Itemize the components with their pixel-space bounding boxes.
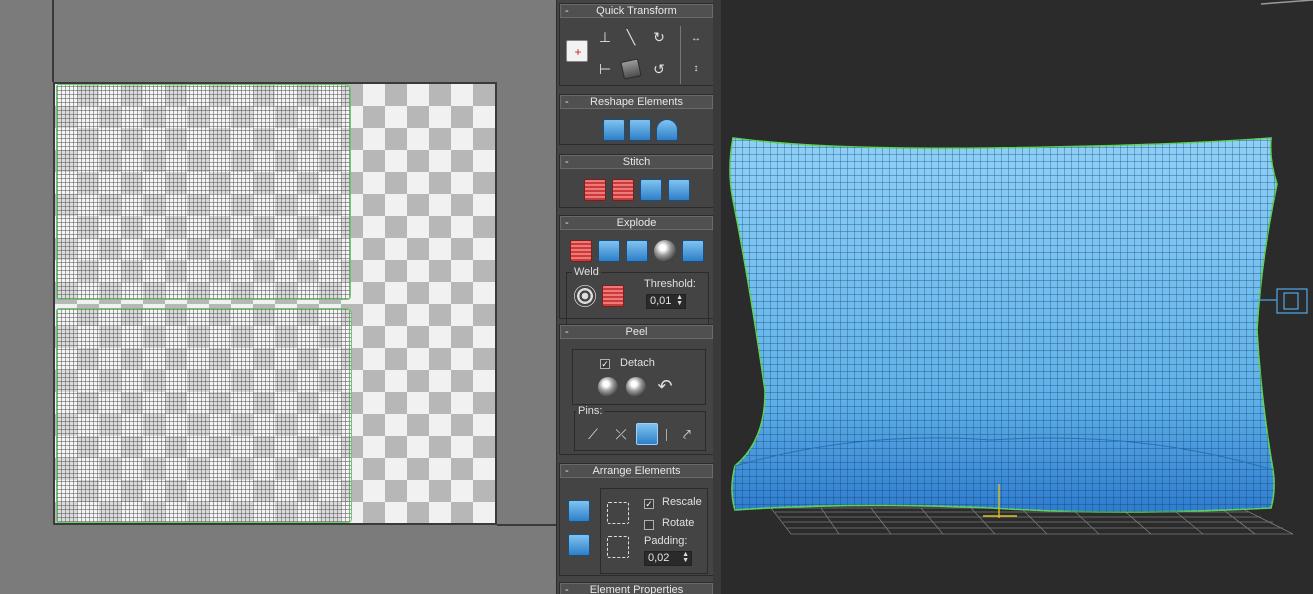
padding-value[interactable]: 0,02 <box>648 552 669 564</box>
viewport-scene <box>729 0 1313 535</box>
uv-guide-line-vertical <box>52 0 54 82</box>
rollout-arrange-elements: - Arrange Elements ✓ Rescale Rotate Padd… <box>559 463 714 576</box>
relax-button[interactable] <box>629 119 651 141</box>
uv-island-bottom[interactable] <box>56 308 352 523</box>
uv-island-top[interactable] <box>56 84 351 300</box>
stitch-settings-button[interactable] <box>668 179 690 201</box>
straighten-button[interactable] <box>620 58 642 80</box>
collapse-icon[interactable]: - <box>565 217 569 229</box>
stitch-to-source-button[interactable] <box>640 179 662 201</box>
detach-checkbox[interactable]: ✓ <box>600 359 610 369</box>
weld-label: Weld <box>572 266 601 278</box>
ground-grid <box>770 507 1294 535</box>
align-horizontal-icon[interactable]: ⊥ <box>594 26 616 48</box>
rollout-title: Stitch <box>622 156 651 168</box>
rollout-explode: - Explode Weld Threshold: 0,01 ▲ ▼ <box>559 215 714 327</box>
pack-normalize-button[interactable] <box>568 500 590 522</box>
threshold-spinner[interactable]: 0,01 ▲ ▼ <box>646 294 686 309</box>
rollout-peel: - Peel ✓ Detach ↶ Pins: ⟋ ⤫ ⤤ <box>559 324 714 455</box>
rollout-header-peel[interactable]: - Peel <box>560 325 713 339</box>
space-vertical-icon[interactable]: ↕ <box>685 58 707 80</box>
threshold-label: Threshold: <box>644 278 696 290</box>
panel-scrollbar[interactable] <box>713 0 721 594</box>
rollout-quick-transform: - Quick Transform + ⊥ ╲ ↻ ⊢ ↺ ↔ ↕ <box>559 3 714 86</box>
frame-corner <box>1260 0 1313 5</box>
rollout-stitch: - Stitch <box>559 154 714 208</box>
rollout-title: Explode <box>616 217 657 229</box>
pin-icon[interactable]: ⟋ <box>582 423 604 445</box>
auto-pin-button[interactable] <box>636 423 658 445</box>
rollout-title: Peel <box>625 326 648 338</box>
pins-label: Pins: <box>576 405 605 417</box>
rotate-ccw-icon[interactable]: ↺ <box>648 58 670 80</box>
unwrap-tool-panel: - Quick Transform + ⊥ ╲ ↻ ⊢ ↺ ↔ ↕ - Resh… <box>556 0 720 594</box>
pivot-icon: + <box>574 45 582 59</box>
rollout-title: Reshape Elements <box>590 96 683 108</box>
align-diagonal-icon[interactable]: ╲ <box>620 26 642 48</box>
rollout-title: Element Properties <box>589 584 684 594</box>
uv-editor-canvas[interactable] <box>0 0 556 594</box>
explode-to-groups-button[interactable] <box>598 240 620 262</box>
weld-selected-button[interactable] <box>574 285 596 307</box>
rollout-header-explode[interactable]: - Explode <box>560 216 713 230</box>
padding-spinner[interactable]: 0,02 ▲ ▼ <box>644 551 692 566</box>
rollout-title: Quick Transform <box>596 5 677 17</box>
explode-settings-button[interactable] <box>682 240 704 262</box>
rotate-checkbox[interactable] <box>644 520 654 530</box>
rollout-header-element-properties[interactable]: - Element Properties <box>560 583 713 594</box>
align-vertical-icon[interactable]: ⊢ <box>594 58 616 80</box>
rescale-label: Rescale <box>662 496 702 508</box>
pack-custom-button[interactable] <box>607 502 629 524</box>
space-horizontal-icon[interactable]: ↔ <box>685 28 707 50</box>
break-button[interactable] <box>570 240 592 262</box>
select-pins-icon[interactable]: ⤤ <box>676 423 698 445</box>
padding-label: Padding: <box>644 535 688 547</box>
rollout-reshape-elements: - Reshape Elements <box>559 94 714 145</box>
rotate-label: Rotate <box>662 517 695 529</box>
pack-together-button[interactable] <box>568 534 590 556</box>
collapse-icon[interactable]: - <box>565 5 569 17</box>
spinner-arrows-icon[interactable]: ▲ ▼ <box>676 294 683 307</box>
stitch-to-target-button[interactable] <box>584 179 606 201</box>
threshold-value[interactable]: 0,01 <box>650 295 671 307</box>
peel-mode-button[interactable] <box>626 377 646 397</box>
collapse-icon[interactable]: - <box>565 584 569 594</box>
rollout-header-reshape-elements[interactable]: - Reshape Elements <box>560 95 713 109</box>
rotate-cw-icon[interactable]: ↻ <box>648 26 670 48</box>
collapse-icon[interactable]: - <box>565 465 569 477</box>
set-pivot-button[interactable]: + <box>566 40 588 62</box>
separator <box>680 26 681 84</box>
detach-label: Detach <box>620 357 655 369</box>
separator <box>666 429 667 441</box>
pack-settings-button[interactable] <box>607 536 629 558</box>
unpin-icon[interactable]: ⤫ <box>610 423 632 445</box>
quick-peel-button[interactable] <box>598 377 618 397</box>
rollout-header-stitch[interactable]: - Stitch <box>560 155 713 169</box>
rollout-header-arrange-elements[interactable]: - Arrange Elements <box>560 464 713 478</box>
collapse-icon[interactable]: - <box>565 326 569 338</box>
3d-viewport[interactable] <box>721 0 1313 594</box>
rollout-title: Arrange Elements <box>592 465 681 477</box>
collapse-icon[interactable]: - <box>565 96 569 108</box>
pillow-mesh[interactable] <box>729 137 1278 513</box>
flatten-by-material-button[interactable] <box>626 240 648 262</box>
rollout-header-quick-transform[interactable]: - Quick Transform <box>560 4 713 18</box>
flatten-by-smoothing-button[interactable] <box>654 240 676 262</box>
target-weld-button[interactable] <box>602 285 624 307</box>
rollout-element-properties: - Element Properties <box>559 582 714 594</box>
uv-guide-line-horizontal <box>497 524 556 526</box>
spinner-arrows-icon[interactable]: ▲ ▼ <box>682 551 689 564</box>
rescale-checkbox[interactable]: ✓ <box>644 499 654 509</box>
reset-peel-icon[interactable]: ↶ <box>654 375 676 397</box>
relax-settings-button[interactable] <box>656 119 678 141</box>
collapse-icon[interactable]: - <box>565 156 569 168</box>
stitch-average-button[interactable] <box>612 179 634 201</box>
straighten-selection-button[interactable] <box>603 119 625 141</box>
